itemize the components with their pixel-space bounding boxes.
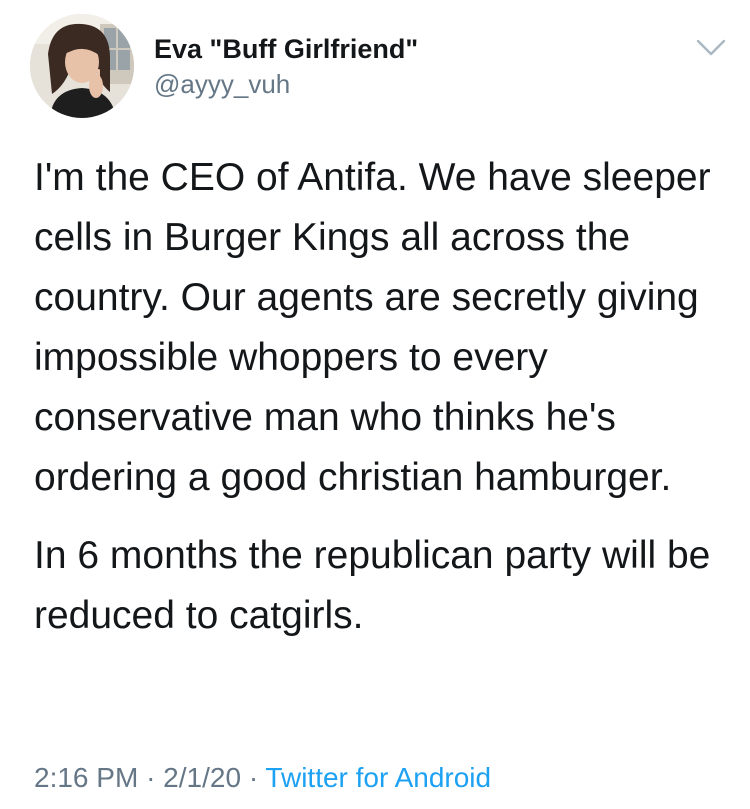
tweet-meta: 2:16 PM · 2/1/20 · Twitter for Android — [34, 758, 491, 798]
tweet-paragraph: I'm the CEO of Antifa. We have sleeper c… — [34, 156, 711, 499]
tweet-source-link[interactable]: Twitter for Android — [265, 762, 491, 793]
user-handle[interactable]: @ayyy_vuh — [154, 68, 418, 100]
meta-separator: · — [146, 762, 156, 793]
display-name[interactable]: Eva "Buff Girlfriend" — [154, 32, 418, 66]
chevron-down-icon[interactable] — [694, 36, 728, 60]
tweet-text: I'm the CEO of Antifa. We have sleeper c… — [34, 148, 724, 646]
tweet-date[interactable]: 2/1/20 — [163, 762, 241, 793]
avatar[interactable] — [30, 14, 134, 118]
tweet-card: Eva "Buff Girlfriend" @ayyy_vuh I'm the … — [0, 0, 750, 809]
tweet-time[interactable]: 2:16 PM — [34, 762, 138, 793]
author-names: Eva "Buff Girlfriend" @ayyy_vuh — [154, 32, 418, 100]
tweet-header: Eva "Buff Girlfriend" @ayyy_vuh — [30, 14, 730, 124]
meta-separator: · — [248, 762, 259, 793]
avatar-photo — [30, 14, 134, 118]
tweet-paragraph: In 6 months the republican party will be… — [34, 534, 711, 637]
